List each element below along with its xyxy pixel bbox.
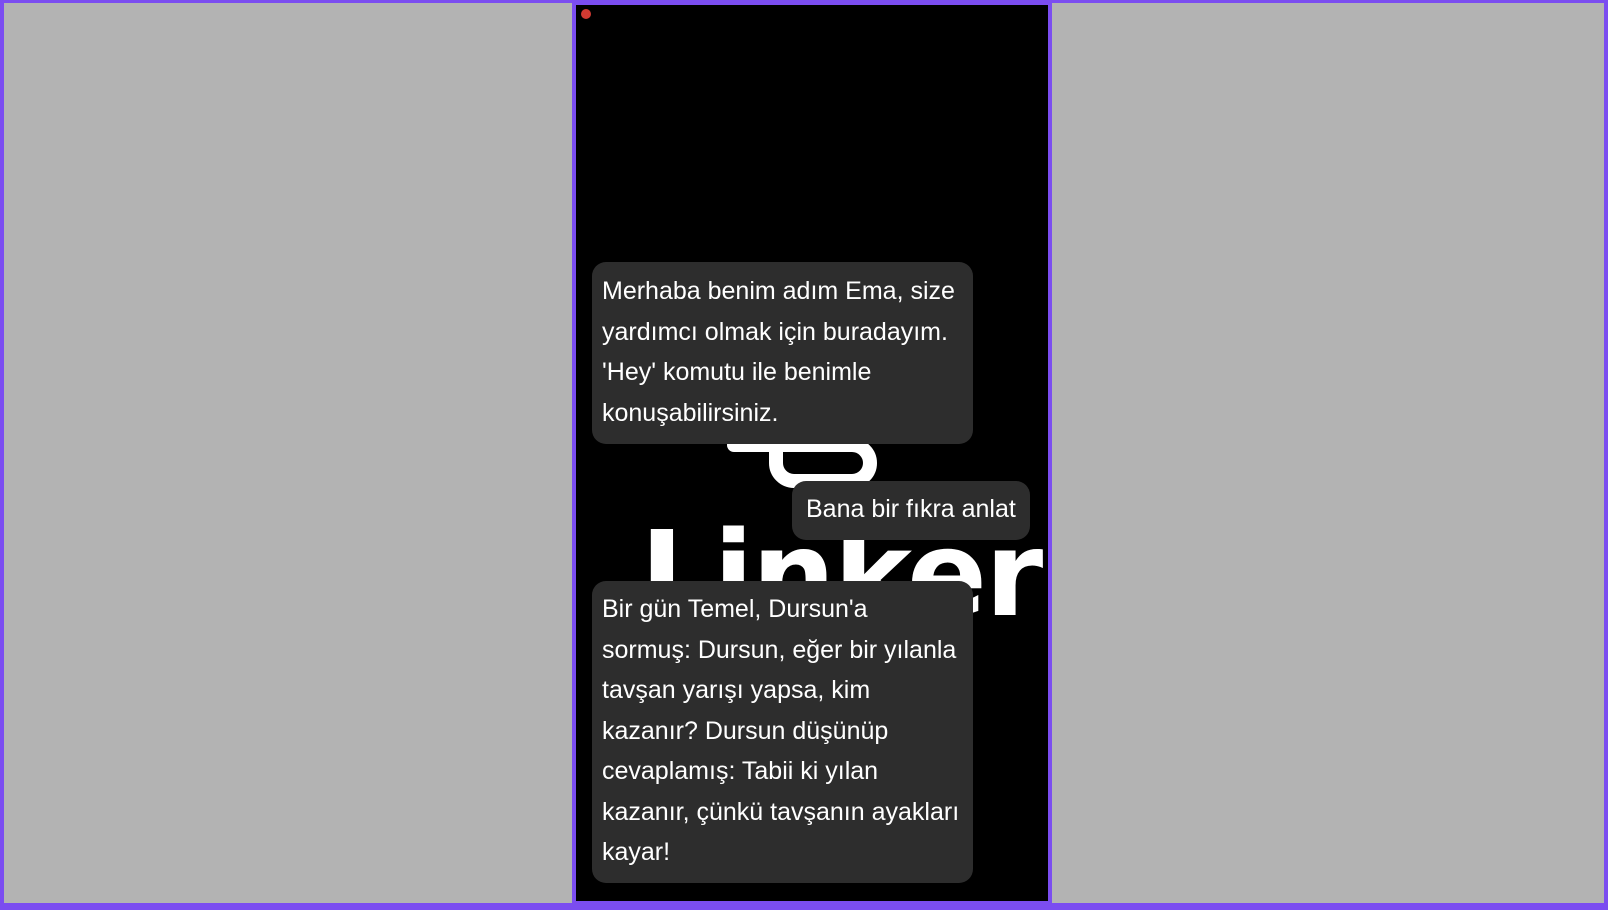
phone-screen: Linker Merhaba benim adım Ema, size yard… [572, 3, 1052, 905]
recording-dot-icon [581, 9, 591, 19]
assistant-message: Bir gün Temel, Dursun'a sormuş: Dursun, … [592, 581, 973, 883]
user-message: Bana bir fıkra anlat [792, 481, 1030, 540]
assistant-message: Merhaba benim adım Ema, size yardımcı ol… [592, 262, 973, 444]
page-viewport: Linker Merhaba benim adım Ema, size yard… [4, 3, 1604, 905]
